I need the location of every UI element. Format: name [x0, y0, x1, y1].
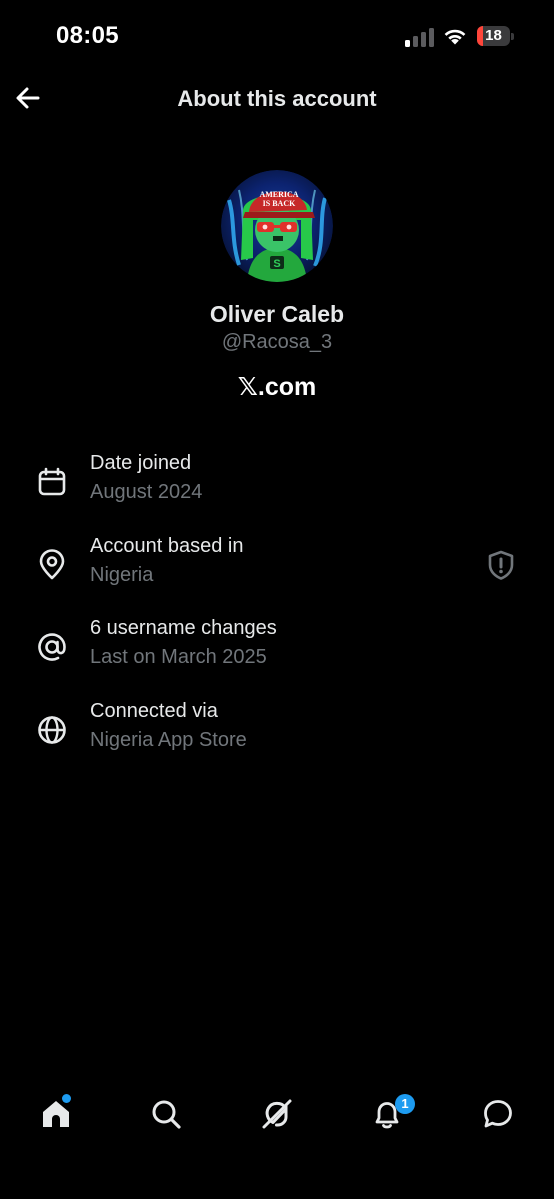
- at-sign-icon: [38, 633, 66, 661]
- avatar-image: S AMERICA IS BACK: [221, 170, 333, 282]
- status-time: 08:05: [56, 22, 119, 49]
- battery-indicator: 18: [477, 26, 515, 46]
- info-title: 6 username changes: [90, 617, 277, 639]
- info-row-account-based-in: Account based in Nigeria: [0, 535, 554, 605]
- header: About this account: [0, 72, 554, 124]
- profile-handle: @Racosa_3: [221, 331, 333, 353]
- info-row-connected-via: Connected via Nigeria App Store: [0, 700, 554, 770]
- wifi-icon: [444, 29, 466, 45]
- site-label: 𝕏.com: [237, 373, 317, 401]
- svg-text:S: S: [273, 258, 280, 270]
- shield-alert-icon[interactable]: [486, 549, 516, 581]
- page-title: About this account: [177, 86, 377, 111]
- info-title: Connected via: [90, 700, 218, 722]
- info-value: Nigeria App Store: [90, 729, 247, 751]
- home-unread-dot: [62, 1094, 71, 1103]
- info-row-username-changes: 6 username changes Last on March 2025: [0, 617, 554, 687]
- grok-icon[interactable]: [259, 1096, 295, 1132]
- info-value: Nigeria: [90, 564, 154, 586]
- avatar-cap-text-2: IS BACK: [263, 199, 296, 208]
- globe-icon: [38, 716, 66, 744]
- info-value: Last on March 2025: [90, 646, 267, 668]
- bottom-nav: 1: [0, 1080, 554, 1150]
- profile-name: Oliver Caleb: [209, 301, 345, 327]
- info-row-date-joined: Date joined August 2024: [0, 452, 554, 522]
- info-title: Date joined: [90, 452, 192, 474]
- messages-icon[interactable]: [480, 1096, 516, 1132]
- cellular-signal-icon: [405, 28, 434, 47]
- battery-level: 18: [485, 27, 502, 44]
- avatar[interactable]: S AMERICA IS BACK: [221, 170, 333, 282]
- search-icon[interactable]: [148, 1096, 184, 1132]
- calendar-icon: [38, 467, 66, 496]
- info-title: Account based in: [90, 535, 244, 557]
- notifications-badge: 1: [395, 1094, 415, 1114]
- info-value: August 2024: [90, 481, 203, 503]
- avatar-cap-text-1: AMERICA: [259, 190, 298, 199]
- location-pin-icon: [39, 549, 65, 580]
- status-bar: 08:05 18: [0, 0, 554, 72]
